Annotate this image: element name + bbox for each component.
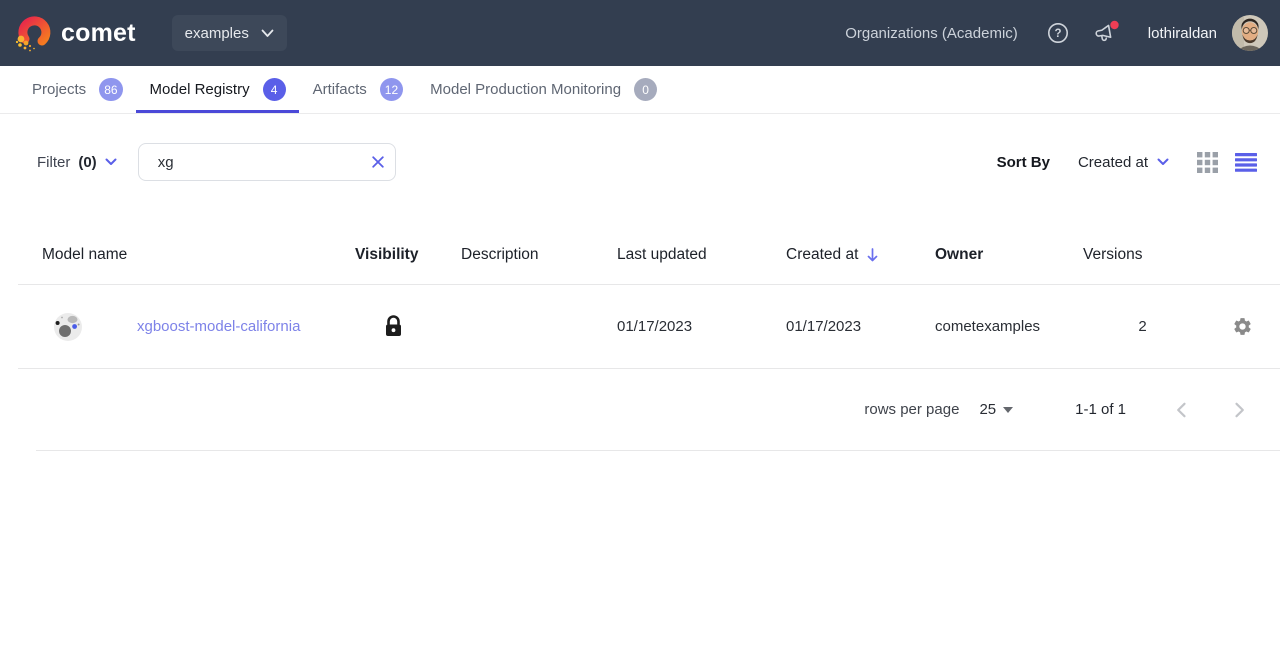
username[interactable]: lothiraldan	[1148, 25, 1217, 42]
pagination-range: 1-1 of 1	[1075, 401, 1126, 418]
created-at-cell: 01/17/2023	[786, 318, 935, 335]
sort-field-dropdown[interactable]: Created at	[1078, 154, 1169, 171]
model-name-link[interactable]: xgboost-model-california	[137, 318, 300, 335]
clear-search-icon[interactable]	[371, 155, 385, 169]
col-header-visibility[interactable]: Visibility	[355, 246, 461, 264]
user-avatar[interactable]	[1232, 15, 1268, 51]
sort-desc-arrow-icon	[866, 247, 879, 263]
tab-label: Artifacts	[313, 81, 367, 98]
filter-label: Filter	[37, 154, 70, 171]
visibility-cell	[355, 314, 461, 339]
models-table: Model name Visibility Description Last u…	[18, 225, 1280, 451]
row-settings-gear-icon[interactable]	[1232, 316, 1253, 337]
rows-per-page-label: rows per page	[864, 401, 959, 418]
col-header-versions[interactable]: Versions	[1083, 246, 1190, 264]
table-header-row: Model name Visibility Description Last u…	[18, 225, 1280, 285]
filter-count: (0)	[78, 154, 96, 171]
versions-cell: 2	[1107, 318, 1178, 335]
chevron-down-icon	[261, 29, 274, 38]
col-header-created-at[interactable]: Created at	[786, 246, 935, 264]
tab-count-badge: 4	[263, 78, 286, 101]
tab-model-production-monitoring[interactable]: Model Production Monitoring 0	[430, 66, 657, 113]
col-header-last-updated[interactable]: Last updated	[617, 246, 786, 264]
actions-cell	[1190, 316, 1280, 337]
tab-label: Model Registry	[150, 81, 250, 98]
main-tabbar: Projects 86 Model Registry 4 Artifacts 1…	[0, 66, 1280, 114]
list-view-icon[interactable]	[1235, 153, 1257, 172]
next-page-icon[interactable]	[1229, 400, 1249, 420]
last-updated-cell: 01/17/2023	[617, 318, 786, 335]
previous-page-icon[interactable]	[1172, 400, 1192, 420]
logo-wordmark: comet	[61, 19, 136, 48]
owner-cell: cometexamples	[935, 318, 1083, 335]
col-header-model-name[interactable]: Model name	[18, 246, 355, 264]
tab-projects[interactable]: Projects 86	[32, 66, 123, 113]
table-row[interactable]: xgboost-model-california 01/17/2023 01/1…	[18, 285, 1280, 369]
help-icon[interactable]: ?	[1046, 21, 1070, 45]
tab-count-badge: 86	[99, 78, 122, 101]
tab-count-badge: 12	[380, 78, 403, 101]
rows-per-page-value: 25	[979, 401, 996, 418]
tab-count-badge: 0	[634, 78, 657, 101]
rows-per-page-select[interactable]: 25	[979, 401, 1013, 418]
col-header-description[interactable]: Description	[461, 246, 617, 264]
header-right: Organizations (Academic) ? lothiraldan	[845, 15, 1268, 51]
comet-logo[interactable]: comet	[14, 12, 136, 54]
announcements-icon[interactable]	[1092, 20, 1120, 46]
filter-dropdown[interactable]: Filter (0)	[37, 154, 117, 171]
col-header-owner[interactable]: Owner	[935, 246, 1083, 264]
model-avatar-icon	[53, 312, 83, 342]
model-name-cell: xgboost-model-california	[18, 312, 355, 342]
chevron-down-icon	[1157, 158, 1169, 166]
workspace-selector[interactable]: examples	[172, 15, 287, 51]
table-pagination: rows per page 25 1-1 of 1	[36, 369, 1280, 451]
search-input[interactable]	[138, 143, 396, 181]
svg-text:?: ?	[1054, 28, 1061, 40]
registry-toolbar: Filter (0) Sort By Created at	[0, 143, 1280, 181]
tab-label: Model Production Monitoring	[430, 81, 621, 98]
workspace-name: examples	[185, 25, 249, 42]
comet-logo-icon	[14, 12, 54, 54]
col-header-created-at-label: Created at	[786, 246, 858, 264]
grid-view-icon[interactable]	[1197, 152, 1218, 173]
organizations-link[interactable]: Organizations (Academic)	[845, 25, 1018, 42]
tab-model-registry[interactable]: Model Registry 4	[150, 66, 286, 113]
user-avatar-image	[1232, 15, 1268, 51]
sort-field-value: Created at	[1078, 154, 1148, 171]
dropdown-arrow-icon	[1003, 407, 1013, 413]
chevron-down-icon	[105, 158, 117, 166]
app-header: comet examples Organizations (Academic) …	[0, 0, 1280, 66]
search-box	[138, 143, 396, 181]
lock-private-icon	[382, 314, 405, 339]
sort-controls: Sort By Created at	[997, 152, 1257, 173]
sort-by-label: Sort By	[997, 154, 1050, 171]
tab-label: Projects	[32, 81, 86, 98]
tab-artifacts[interactable]: Artifacts 12	[313, 66, 404, 113]
